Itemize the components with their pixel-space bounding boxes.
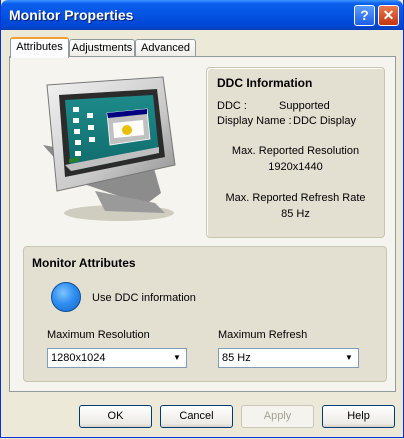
max-refresh-select[interactable]: 85 Hz ▼ — [218, 348, 359, 368]
tab-strip: Attributes Adjustments Advanced — [1, 37, 403, 58]
window-title: Monitor Properties — [9, 7, 134, 23]
cancel-button[interactable]: Cancel — [160, 405, 233, 428]
ddc-value: Supported — [279, 100, 330, 112]
monitor-attributes-group: Monitor Attributes Use DDC information M… — [23, 246, 387, 382]
ok-button[interactable]: OK — [79, 405, 152, 428]
max-reported-resolution-value: 1920x1440 — [268, 161, 323, 173]
ddc-information-title: DDC Information — [217, 76, 313, 90]
display-name-value: DDC Display — [293, 115, 356, 127]
tab-advanced[interactable]: Advanced — [135, 39, 196, 57]
max-reported-refresh-value: 85 Hz — [281, 208, 310, 220]
max-resolution-label: Maximum Resolution — [47, 329, 150, 341]
apply-button[interactable]: Apply — [241, 405, 314, 428]
help-title-button[interactable]: ? — [354, 5, 375, 26]
dropdown-arrow-icon[interactable]: ▼ — [170, 351, 184, 365]
use-ddc-label: Use DDC information — [92, 292, 196, 304]
close-icon: ✕ — [382, 7, 395, 23]
close-button[interactable]: ✕ — [378, 5, 399, 26]
use-ddc-toggle-button[interactable] — [51, 282, 81, 312]
dropdown-arrow-icon[interactable]: ▼ — [342, 351, 356, 365]
dialog-window: Monitor Properties ? ✕ Attributes Adjust… — [0, 0, 404, 438]
tab-attributes[interactable]: Attributes — [10, 37, 69, 58]
max-refresh-value: 85 Hz — [222, 352, 251, 364]
max-reported-resolution-label: Max. Reported Resolution — [231, 145, 360, 157]
title-bar[interactable]: Monitor Properties ? ✕ — [1, 0, 403, 30]
ddc-information-group: DDC Information DDC : Supported Display … — [206, 67, 385, 238]
max-resolution-value: 1280x1024 — [51, 352, 106, 364]
crt-monitor-icon — [43, 76, 176, 221]
ddc-label: DDC : — [217, 100, 247, 112]
max-reported-refresh-label: Max. Reported Refresh Rate — [225, 192, 366, 204]
display-name-label: Display Name : — [217, 115, 292, 127]
help-button[interactable]: Help — [322, 405, 395, 428]
monitor-attributes-title: Monitor Attributes — [32, 256, 136, 270]
max-resolution-select[interactable]: 1280x1024 ▼ — [47, 348, 187, 368]
question-icon: ? — [360, 7, 369, 23]
max-refresh-label: Maximum Refresh — [218, 329, 308, 341]
tab-adjustments[interactable]: Adjustments — [69, 39, 135, 57]
